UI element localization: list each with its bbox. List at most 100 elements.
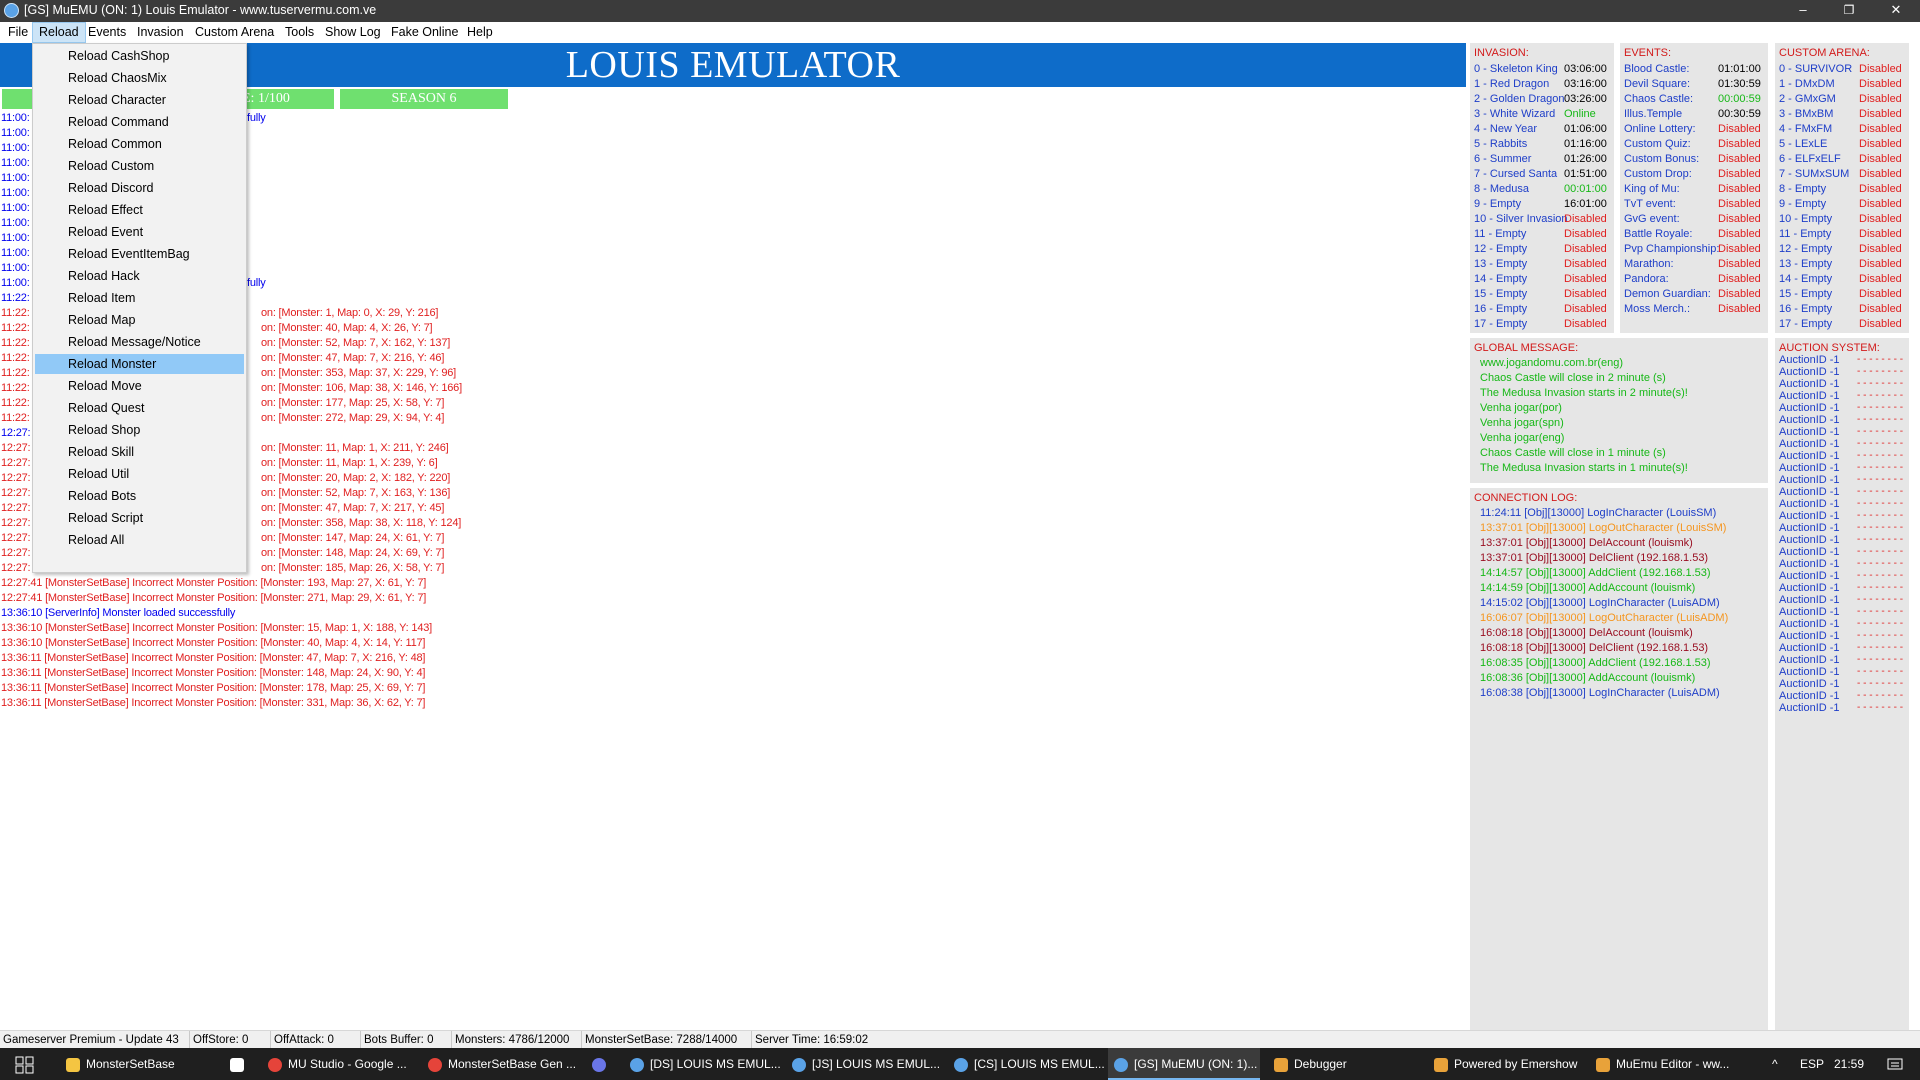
menu-item-reload-monster[interactable]: Reload Monster <box>35 354 244 374</box>
events-row-value: Disabled <box>1718 183 1761 195</box>
menu-item-reload-hack[interactable]: Reload Hack <box>35 266 244 286</box>
invasion-row-value: Disabled <box>1564 213 1607 225</box>
invasion-row-name: 10 - Silver Invasion <box>1474 213 1568 225</box>
discord-icon <box>592 1057 606 1072</box>
menu-item-reload-common[interactable]: Reload Common <box>35 134 244 154</box>
events-row-name: Pandora: <box>1624 273 1669 285</box>
menu-item-reload-bots[interactable]: Reload Bots <box>35 486 244 506</box>
invasion-row-value: 01:51:00 <box>1564 168 1607 180</box>
folder-icon <box>66 1057 80 1072</box>
log-line-time: 11:00: <box>1 127 30 139</box>
menu-item-reload-character[interactable]: Reload Character <box>35 90 244 110</box>
menu-fake-online[interactable]: Fake Online <box>385 22 464 43</box>
log-line-text: on: [Monster: 47, Map: 7, X: 216, Y: 46] <box>261 352 445 364</box>
auction-row-dashes: - - - - - - - - <box>1857 594 1904 605</box>
events-row-name: Custom Drop: <box>1624 168 1692 180</box>
log-line-text: on: [Monster: 40, Map: 4, X: 26, Y: 7] <box>261 322 433 334</box>
global-message-line: Venha jogar(spn) <box>1480 417 1564 429</box>
auction-row-dashes: - - - - - - - - <box>1857 642 1904 653</box>
log-line-text: on: [Monster: 272, Map: 29, X: 94, Y: 4] <box>261 412 445 424</box>
log-line-time: 12:27: <box>1 532 31 544</box>
menu-invasion[interactable]: Invasion <box>131 22 190 43</box>
connection-log-line: 16:08:38 [Obj][13000] LogInCharacter (Lu… <box>1480 687 1720 699</box>
auction-row-dashes: - - - - - - - - <box>1857 378 1904 389</box>
tray-language[interactable]: ESP <box>1800 1048 1824 1080</box>
menu-item-reload-all[interactable]: Reload All <box>35 530 244 550</box>
gear-icon <box>1274 1057 1288 1072</box>
arena-row-name: 2 - GMxGM <box>1779 93 1836 105</box>
arena-row-name: 15 - Empty <box>1779 288 1833 300</box>
taskbar-item-gs[interactable]: [GS] MuEMU (ON: 1)... <box>1108 1048 1260 1080</box>
menu-item-reload-chaosmix[interactable]: Reload ChaosMix <box>35 68 244 88</box>
minimize-button[interactable]: – <box>1780 0 1826 22</box>
menu-item-reload-command[interactable]: Reload Command <box>35 112 244 132</box>
status-monsters: Monsters: 4786/12000 <box>452 1031 582 1049</box>
invasion-row-value: Disabled <box>1564 243 1607 255</box>
status-version: Gameserver Premium - Update 43 <box>0 1031 190 1049</box>
menu-item-reload-skill[interactable]: Reload Skill <box>35 442 244 462</box>
menu-item-reload-item[interactable]: Reload Item <box>35 288 244 308</box>
auction-row-id: AuctionID -1 <box>1779 510 1840 522</box>
menu-item-reload-event[interactable]: Reload Event <box>35 222 244 242</box>
menu-reload[interactable]: Reload <box>32 22 86 43</box>
green-bar-text: E: 1/100 <box>242 91 290 106</box>
arena-row-value: Disabled <box>1859 78 1902 90</box>
tray-up-arrow-icon[interactable]: ^ <box>1772 1048 1778 1080</box>
menu-help[interactable]: Help <box>461 22 499 43</box>
menu-item-reload-message-notice[interactable]: Reload Message/Notice <box>35 332 244 352</box>
taskbar-item-monstersetbase-gen[interactable]: MonsterSetBase Gen ... <box>428 1048 576 1080</box>
log-line-text: fully <box>247 112 266 124</box>
log-line-text: on: [Monster: 358, Map: 38, X: 118, Y: 1… <box>261 517 462 529</box>
menu-tools[interactable]: Tools <box>279 22 320 43</box>
connection-log-line: 13:37:01 [Obj][13000] LogOutCharacter (L… <box>1480 522 1727 534</box>
task-view-icon[interactable] <box>14 1048 38 1080</box>
auction-row-dashes: - - - - - - - - <box>1857 618 1904 629</box>
menu-item-reload-util[interactable]: Reload Util <box>35 464 244 484</box>
menu-custom-arena[interactable]: Custom Arena <box>189 22 280 43</box>
taskbar-item-monstersetbase[interactable]: MonsterSetBase <box>66 1048 175 1080</box>
close-button[interactable]: ✕ <box>1873 0 1919 22</box>
menu-item-reload-custom[interactable]: Reload Custom <box>35 156 244 176</box>
global-message-title: GLOBAL MESSAGE: <box>1474 342 1579 354</box>
taskbar-item-mu-studio[interactable]: MU Studio - Google ... <box>268 1048 407 1080</box>
taskbar-item-discord[interactable] <box>592 1048 612 1080</box>
menu-item-reload-cashshop[interactable]: Reload CashShop <box>35 46 244 66</box>
invasion-row-name: 15 - Empty <box>1474 288 1528 300</box>
invasion-row-name: 6 - Summer <box>1474 153 1532 165</box>
arena-row-name: 16 - Empty <box>1779 303 1833 315</box>
arena-row-value: Disabled <box>1859 243 1902 255</box>
menu-item-reload-script[interactable]: Reload Script <box>35 508 244 528</box>
notification-icon[interactable] <box>1880 1048 1910 1080</box>
menu-item-reload-discord[interactable]: Reload Discord <box>35 178 244 198</box>
status-offattack: OffAttack: 0 <box>271 1031 361 1049</box>
log-line-time: 11:22: <box>1 292 30 304</box>
log-line-text: on: [Monster: 1, Map: 0, X: 29, Y: 216] <box>261 307 439 319</box>
menu-item-reload-move[interactable]: Reload Move <box>35 376 244 396</box>
tray-clock[interactable]: 21:59 <box>1834 1048 1864 1080</box>
taskbar-item-app[interactable] <box>230 1048 250 1080</box>
taskbar-item-muemu-editor[interactable]: MuEmu Editor - ww... <box>1596 1048 1729 1080</box>
events-row-name: Pvp Championship: <box>1624 243 1720 255</box>
auction-title: AUCTION SYSTEM: <box>1779 342 1880 354</box>
log-line-time: 11:00: <box>1 247 30 259</box>
invasion-row-name: 8 - Medusa <box>1474 183 1530 195</box>
invasion-row-name: 4 - New Year <box>1474 123 1537 135</box>
auction-row-dashes: - - - - - - - - <box>1857 390 1904 401</box>
events-title: EVENTS: <box>1624 47 1672 59</box>
menu-item-reload-map[interactable]: Reload Map <box>35 310 244 330</box>
menu-item-reload-shop[interactable]: Reload Shop <box>35 420 244 440</box>
taskbar-item-js[interactable]: [JS] LOUIS MS EMUL... <box>792 1048 940 1080</box>
menu-events[interactable]: Events <box>82 22 132 43</box>
global-message-line: The Medusa Invasion starts in 2 minute(s… <box>1480 387 1688 399</box>
auction-row-dashes: - - - - - - - - <box>1857 366 1904 377</box>
menu-file[interactable]: File <box>2 22 34 43</box>
menu-item-reload-effect[interactable]: Reload Effect <box>35 200 244 220</box>
menu-show-log[interactable]: Show Log <box>319 22 387 43</box>
maximize-button[interactable]: ❐ <box>1826 0 1872 22</box>
taskbar-item-cs[interactable]: [CS] LOUIS MS EMUL... <box>954 1048 1105 1080</box>
taskbar-item-debugger[interactable]: Debugger <box>1274 1048 1347 1080</box>
menu-item-reload-eventitembag[interactable]: Reload EventItemBag <box>35 244 244 264</box>
taskbar-item-powered[interactable]: Powered by Emershow <box>1434 1048 1577 1080</box>
taskbar-item-ds[interactable]: [DS] LOUIS MS EMUL... <box>630 1048 781 1080</box>
menu-item-reload-quest[interactable]: Reload Quest <box>35 398 244 418</box>
